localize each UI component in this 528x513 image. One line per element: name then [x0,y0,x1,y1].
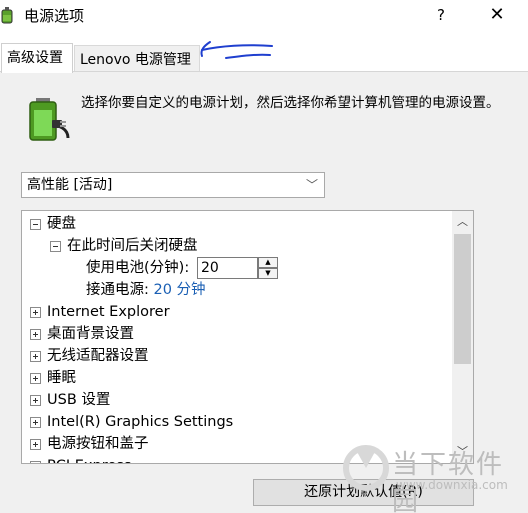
plugged-in-value-link[interactable]: 20 分钟 [154,282,206,298]
settings-tree: 硬盘 在此时间后关闭硬盘 使用电池(分钟): 20 ▲ ▼ 接通电源: 20 分… [21,210,474,464]
battery-power-icon [1,7,13,24]
stepper-down-icon[interactable]: ▼ [258,268,278,279]
collapse-icon[interactable] [50,241,61,252]
tree-item-label: 无线适配器设置 [47,348,149,364]
watermark-logo-icon [343,445,389,491]
expand-icon[interactable] [30,351,41,362]
expand-icon[interactable] [30,417,41,428]
scroll-up-icon[interactable]: ︿ [452,213,473,231]
tree-item-label: 在此时间后关闭硬盘 [67,238,198,254]
arrow-annotation-icon [200,41,273,59]
title-bar: 电源选项 ? ✕ [0,0,528,30]
watermark: 当下软件园 www.downxia.com [340,440,528,513]
power-plan-select[interactable]: 高性能 [活动] ﹀ [21,172,325,198]
tab-advanced-settings[interactable]: 高级设置 [1,43,73,73]
stepper-up-icon[interactable]: ▲ [258,257,278,268]
tree-item-label: Internet Explorer [47,304,170,320]
battery-plug-icon [29,98,70,141]
collapse-icon[interactable] [30,219,41,230]
expand-icon[interactable] [30,329,41,340]
battery-minutes-stepper[interactable]: 20 ▲ ▼ [197,257,278,279]
tree-item-label: 桌面背景设置 [47,326,134,342]
tree-item-label: 电源按钮和盖子 [47,436,149,452]
tree-item-label: 接通电源: [86,282,149,298]
tab-lenovo-power-management[interactable]: Lenovo 电源管理 [74,45,200,73]
tree-item-label: 睡眠 [47,370,76,386]
tree-item-label: USB 设置 [47,392,111,408]
tree-item-label: 使用电池(分钟): [86,260,190,276]
watermark-url: www.downxia.com [396,478,508,492]
expand-icon[interactable] [30,395,41,406]
power-plan-value: 高性能 [活动] [27,177,113,193]
tree-scrollbar[interactable]: ︿ ﹀ [452,211,473,463]
expand-icon[interactable] [30,461,41,463]
tree-item-label: PCI Express [47,455,131,463]
window-title: 电源选项 [24,7,85,25]
plan-description: 选择你要自定义的电源计划，然后选择你希望计算机管理的电源设置。 [81,95,500,111]
expand-icon[interactable] [30,439,41,450]
battery-minutes-input[interactable]: 20 [197,257,258,279]
close-button[interactable]: ✕ [485,3,509,27]
help-button[interactable]: ? [430,3,452,27]
tree-item-on-battery: 使用电池(分钟): [86,257,189,279]
tree-item-plugged-in[interactable]: 接通电源: 20 分钟 [86,279,206,301]
expand-icon[interactable] [30,373,41,384]
tree-item-label: 硬盘 [47,216,76,232]
expand-icon[interactable] [30,307,41,318]
scroll-thumb[interactable] [454,234,471,364]
chevron-down-icon: ﹀ [305,178,318,192]
tree-item-label: Intel(R) Graphics Settings [47,414,234,430]
